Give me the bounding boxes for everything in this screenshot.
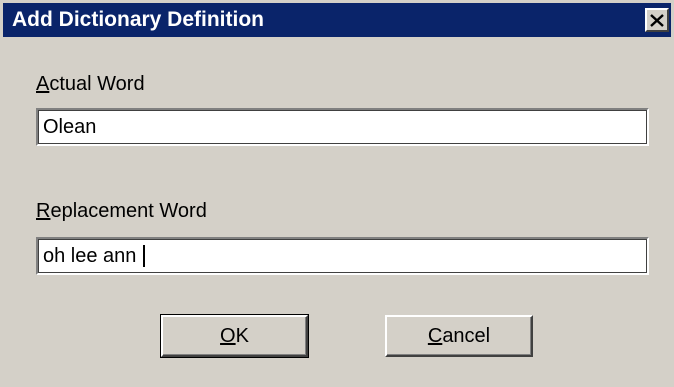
- cancel-button[interactable]: Cancel: [385, 315, 533, 357]
- close-icon: [650, 13, 664, 27]
- close-button[interactable]: [645, 8, 669, 32]
- add-dictionary-definition-dialog: Add Dictionary Definition Actual Word Re…: [0, 0, 674, 387]
- actual-word-input[interactable]: [36, 108, 649, 146]
- replacement-word-label: Replacement Word: [36, 200, 207, 223]
- ok-button[interactable]: OK: [160, 314, 309, 358]
- ok-button-mnemonic: O: [220, 324, 236, 347]
- actual-word-label: Actual Word: [36, 73, 145, 96]
- actual-word-label-text: ctual Word: [49, 73, 145, 95]
- text-caret: [143, 245, 145, 267]
- replacement-word-input[interactable]: [36, 237, 649, 275]
- title-bar[interactable]: Add Dictionary Definition: [3, 3, 671, 37]
- replacement-word-label-mnemonic: R: [36, 200, 51, 222]
- cancel-button-label: ancel: [442, 324, 491, 347]
- cancel-button-mnemonic: C: [427, 324, 443, 347]
- actual-word-label-mnemonic: A: [36, 73, 50, 95]
- dialog-title: Add Dictionary Definition: [12, 8, 264, 31]
- ok-button-label: K: [235, 324, 249, 347]
- replacement-word-label-text: eplacement Word: [50, 200, 207, 222]
